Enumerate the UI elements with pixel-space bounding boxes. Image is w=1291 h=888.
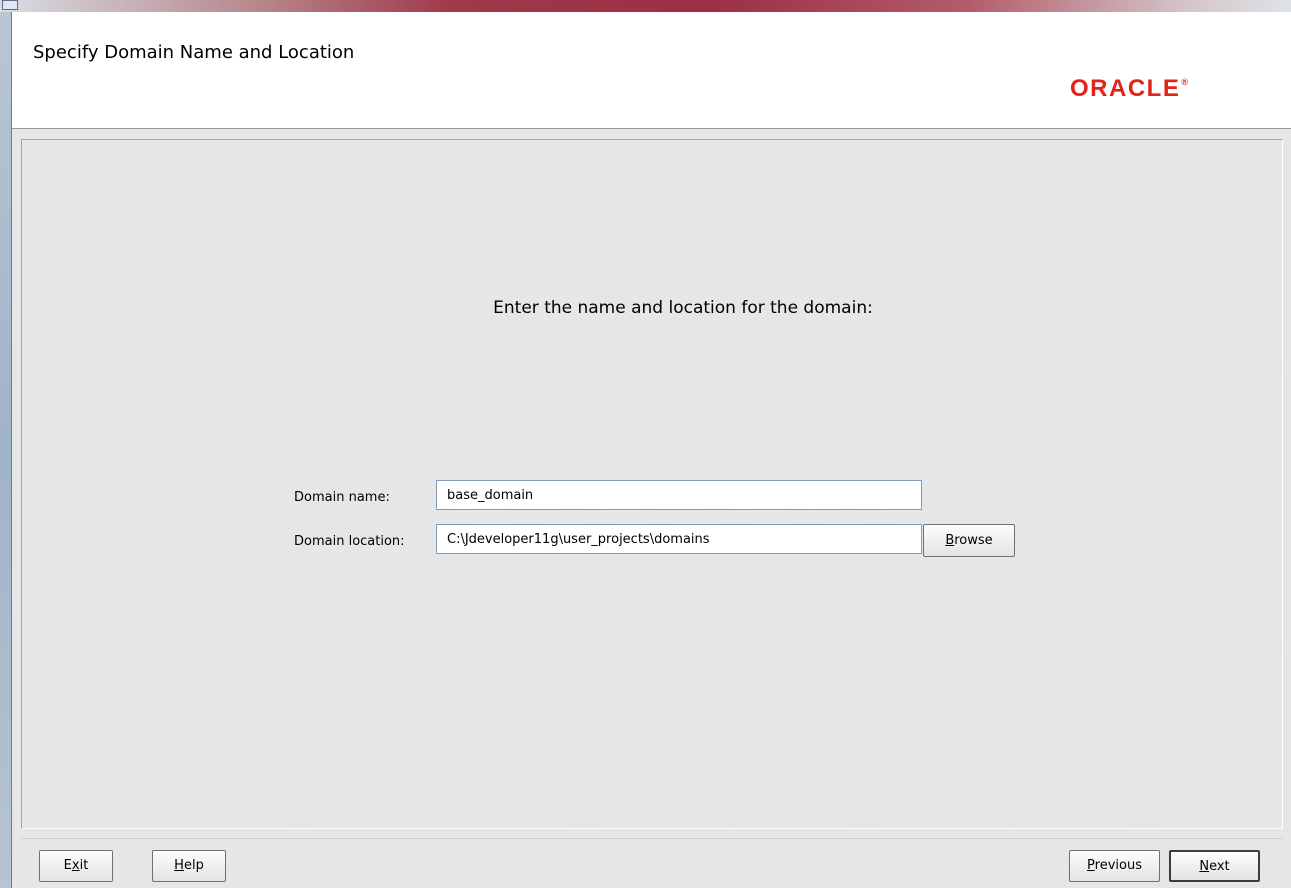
next-label-rest: ext xyxy=(1209,859,1230,874)
help-label-rest: elp xyxy=(183,858,204,873)
window-border xyxy=(0,12,11,888)
next-button[interactable]: Next xyxy=(1169,850,1260,882)
exit-label-pre: E xyxy=(63,858,72,873)
browse-mnemonic: B xyxy=(945,533,955,548)
help-button[interactable]: Help xyxy=(152,850,226,882)
wizard-content-panel: Enter the name and location for the doma… xyxy=(21,139,1283,829)
window-titlebar xyxy=(0,0,1291,12)
domain-location-label: Domain location: xyxy=(294,534,405,549)
wizard-header: Specify Domain Name and Location ORACLE® xyxy=(12,12,1291,129)
domain-location-input[interactable] xyxy=(436,524,922,554)
exit-mnemonic: x xyxy=(71,858,80,873)
exit-label-rest: it xyxy=(79,858,89,873)
previous-label-rest: revious xyxy=(1094,858,1142,873)
next-mnemonic: N xyxy=(1199,859,1210,874)
oracle-logo-text: ORACLE xyxy=(1070,75,1181,102)
exit-button[interactable]: Exit xyxy=(39,850,113,882)
window-app-icon xyxy=(2,0,18,10)
browse-label-rest: rowse xyxy=(954,533,993,548)
help-mnemonic: H xyxy=(174,858,184,873)
domain-name-label: Domain name: xyxy=(294,490,390,505)
wizard-dialog: Specify Domain Name and Location ORACLE®… xyxy=(11,12,1291,888)
page-title: Specify Domain Name and Location xyxy=(33,42,355,63)
instruction-text: Enter the name and location for the doma… xyxy=(493,298,873,318)
domain-name-input[interactable] xyxy=(436,480,922,510)
footer-separator xyxy=(21,838,1283,839)
oracle-logo: ORACLE® xyxy=(1070,75,1188,103)
previous-mnemonic: P xyxy=(1087,858,1095,873)
registered-mark: ® xyxy=(1181,77,1190,87)
browse-button[interactable]: Browse xyxy=(923,524,1015,557)
previous-button[interactable]: Previous xyxy=(1069,850,1160,882)
